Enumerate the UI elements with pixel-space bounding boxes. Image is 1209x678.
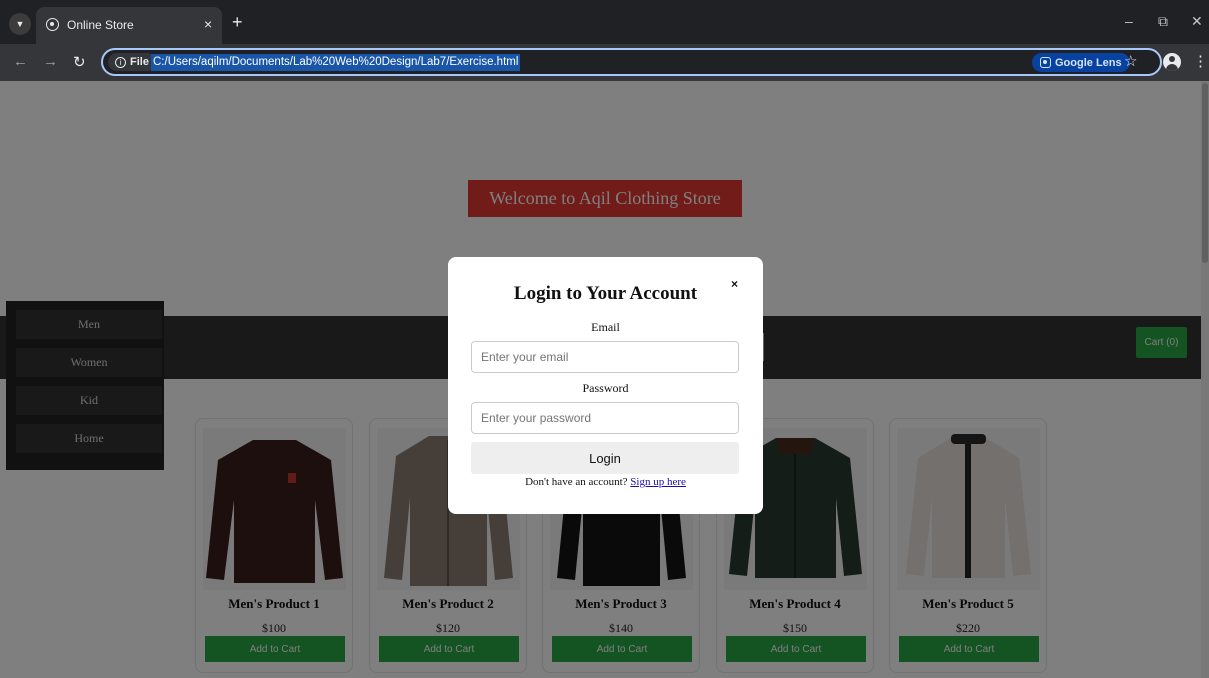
password-field[interactable] [471, 402, 739, 434]
more-menu-icon[interactable]: ⋮ [1193, 52, 1208, 70]
globe-icon [46, 18, 59, 31]
modal-title: Login to Your Account [513, 283, 698, 304]
site-info-chip[interactable]: i File [108, 53, 156, 71]
restore-button[interactable]: ⧉ [1158, 13, 1168, 30]
google-lens-button[interactable]: Google Lens [1032, 53, 1130, 72]
signup-prompt: Don't have an account? Sign up here [448, 476, 763, 488]
signup-link[interactable]: Sign up here [630, 476, 686, 488]
password-label: Password [582, 381, 629, 395]
address-bar[interactable]: i File C:/Users/aqilm/Documents/Lab%20We… [101, 48, 1162, 76]
reload-icon[interactable]: ↻ [73, 53, 86, 71]
tab-close-button[interactable]: × [204, 16, 212, 32]
lens-icon [1040, 57, 1051, 68]
tab-search-button[interactable]: ▼ [9, 13, 31, 35]
browser-toolbar: ← → ↻ i File C:/Users/aqilm/Documents/La… [0, 44, 1209, 81]
email-label: Email [591, 320, 620, 334]
site-chip-label: File [130, 56, 149, 68]
info-icon: i [115, 56, 126, 68]
tab-strip: ▼ Online Store × + – ⧉ ✕ [0, 0, 1209, 44]
back-arrow-icon[interactable]: ← [13, 53, 28, 70]
page-viewport: Welcome to Aqil Clothing Store Cart (0) … [0, 81, 1209, 678]
tab-title: Online Store [67, 18, 134, 32]
minimize-button[interactable]: – [1125, 13, 1133, 29]
window-close-button[interactable]: ✕ [1191, 13, 1203, 30]
bookmark-star-icon[interactable]: ☆ [1124, 52, 1137, 70]
signup-prompt-text: Don't have an account? [525, 476, 628, 488]
login-button[interactable]: Login [471, 442, 739, 474]
login-modal: × Login to Your Account Email Password L… [448, 257, 763, 514]
new-tab-button[interactable]: + [232, 13, 243, 31]
url-text[interactable]: C:/Users/aqilm/Documents/Lab%20Web%20Des… [151, 54, 521, 71]
lens-label: Google Lens [1055, 56, 1122, 69]
email-field[interactable] [471, 341, 739, 373]
forward-arrow-icon[interactable]: → [43, 53, 58, 70]
tab-online-store[interactable]: Online Store × [36, 7, 222, 44]
profile-avatar-icon[interactable] [1163, 53, 1181, 71]
